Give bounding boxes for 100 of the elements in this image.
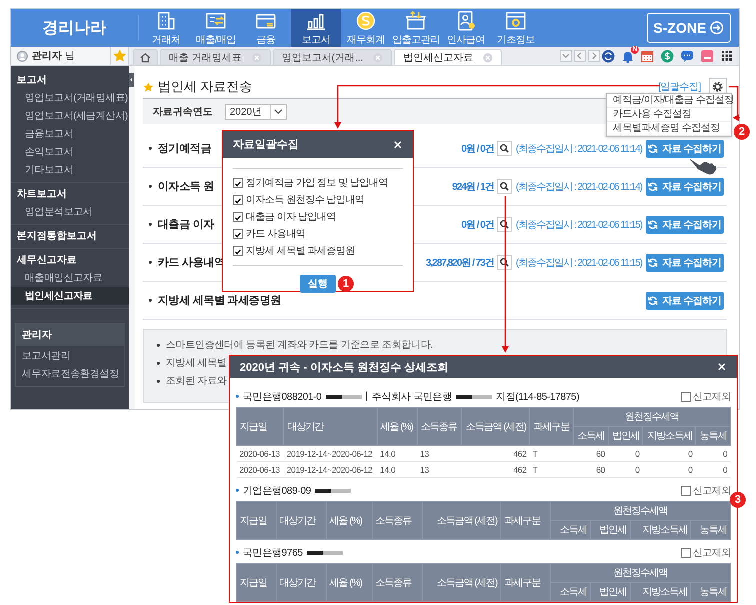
column-header: 세율 (%) [326, 564, 372, 602]
last-collected-text: (최종수집일시 : 2021-02-06 11:14) [516, 180, 642, 194]
column-header: 소득세 [550, 582, 591, 602]
coin-icon[interactable] [661, 50, 674, 62]
sidebar-section-title[interactable]: 차트보고서 [11, 183, 129, 203]
star-icon [143, 82, 154, 92]
nav-item[interactable]: 재무회계 [341, 9, 391, 47]
collect-button[interactable]: 자료 수집하기 [646, 254, 724, 272]
bullet-icon [149, 147, 152, 150]
bullet-icon [157, 344, 160, 346]
calendar-icon[interactable] [641, 50, 654, 62]
column-header: 과세구분 [530, 408, 574, 446]
szone-button[interactable]: S-ZONE [647, 13, 731, 43]
table-cell: 2020-06-13 [236, 462, 284, 478]
search-button[interactable] [497, 217, 512, 232]
search-icon [500, 258, 509, 267]
sidebar-item[interactable]: 금융보고서 [11, 125, 129, 143]
tab[interactable]: 법인세신고자료 [394, 49, 502, 65]
checkbox[interactable] [233, 246, 243, 256]
collect-button[interactable]: 자료 수집하기 [646, 216, 724, 234]
table-cell: 0 [608, 462, 643, 478]
nav-item[interactable]: 보고서 [291, 9, 341, 47]
row-title: 지방세 세목별 과세증명원 [158, 294, 282, 308]
checkbox[interactable] [681, 486, 691, 496]
star-icon[interactable] [114, 50, 126, 62]
search-icon [500, 182, 509, 191]
column-header: 소득종류 [372, 502, 422, 540]
close-icon[interactable] [393, 140, 403, 150]
sidebar-section-title[interactable]: 보고서 [11, 69, 129, 89]
sync-icon [648, 258, 658, 268]
notice-text: 조회된 자료와 [166, 375, 227, 388]
row-title: 대출금 이자 [158, 218, 214, 232]
sync-icon [648, 144, 658, 154]
run-button[interactable]: 실행 [300, 275, 336, 293]
sidebar-item[interactable]: 손익보고서 [11, 143, 129, 161]
admin-panel-title: 관리자 [16, 324, 124, 346]
collect-button[interactable]: 자료 수집하기 [646, 292, 724, 310]
bell-icon[interactable] [622, 50, 634, 62]
amount-text: 924원 / 1건 [452, 180, 494, 194]
option-label: 이자소득 원천징수 납입내역 [246, 194, 365, 207]
checkbox[interactable] [233, 212, 243, 222]
collect-button[interactable]: 자료 수집하기 [646, 140, 724, 158]
menu-item[interactable]: 세목별과세증명 수집설정 [607, 122, 731, 136]
nav-item[interactable]: 기초정보 [491, 9, 541, 47]
nav-item[interactable]: 금융 [241, 9, 291, 47]
checkbox[interactable] [233, 229, 243, 239]
menu-item[interactable]: 예적금/이자/대출금 수집설정 [607, 94, 731, 108]
checkbox-label: 신고제외 [693, 390, 731, 404]
collect-button[interactable]: 자료 수집하기 [646, 178, 724, 196]
column-header: 지방소득세 [630, 520, 691, 540]
arrow-circle-icon [710, 21, 724, 35]
sync-icon[interactable] [602, 50, 615, 62]
nav-item[interactable]: 거래처 [141, 9, 191, 47]
menu-item[interactable]: 카드사용 수집설정 [607, 108, 731, 122]
app-icon[interactable] [701, 50, 714, 62]
year-select[interactable]: 2020년 [225, 104, 287, 120]
nav-item[interactable]: 매출/매입 [191, 9, 241, 47]
sidebar-item[interactable]: 세무자료전송환경설정 [16, 364, 124, 382]
home-tab[interactable] [133, 49, 158, 65]
sidebar-item[interactable]: 영업분석보고서 [11, 203, 129, 221]
chevron-down-icon[interactable] [560, 50, 572, 62]
column-header: 농특세 [690, 582, 730, 602]
search-button[interactable] [497, 255, 512, 270]
sidebar-item[interactable]: 매출매입신고자료 [11, 269, 129, 287]
checkbox[interactable] [233, 195, 243, 205]
bullet-icon [149, 261, 152, 264]
close-icon[interactable] [717, 362, 727, 372]
sync-icon [648, 296, 658, 306]
checkbox[interactable] [681, 548, 691, 558]
chat-icon[interactable] [681, 50, 694, 62]
sidebar-item[interactable]: 기타보고서 [11, 161, 129, 179]
nav-item[interactable]: 인사급여 [441, 9, 491, 47]
sidebar-section-title[interactable]: 본지점통합보고서 [11, 225, 129, 245]
table-cell: 2020-06-13 [236, 446, 284, 462]
table-cell: T [530, 446, 574, 462]
sidebar-item[interactable]: 영업보고서(거래명세표) [11, 89, 129, 107]
chevron-left-icon[interactable] [574, 50, 586, 62]
sidebar-item[interactable]: 영업보고서(세금계산서) [11, 107, 129, 125]
collapse-handle[interactable] [129, 73, 134, 87]
checkbox[interactable] [681, 392, 691, 402]
column-header: 법인세 [590, 520, 630, 540]
popup-title: 2020년 귀속 - 이자소득 원천징수 상세조회 [240, 360, 448, 374]
sidebar-item[interactable]: 보고서관리 [16, 346, 124, 364]
tab[interactable]: 영업보고서(거래... [272, 49, 392, 65]
nav-item[interactable]: 입출고관리 [391, 9, 441, 47]
checkbox[interactable] [233, 178, 243, 188]
app-logo: 경리나라 [11, 15, 139, 41]
bulk-collect-link[interactable]: [일괄수집] [658, 80, 701, 94]
bullet-icon [149, 223, 152, 226]
search-button[interactable] [497, 141, 512, 156]
sidebar-section-title[interactable]: 세무신고자료 [11, 249, 129, 269]
amount-text: 0원 / 0건 [462, 218, 494, 232]
column-header: 지방소득세 [630, 582, 691, 602]
tab[interactable]: 매출 거래명세표 [160, 49, 271, 65]
column-header: 원천징수세액 [574, 408, 730, 426]
last-collected-text: (최종수집일시 : 2021-02-06 11:14) [516, 142, 642, 156]
search-button[interactable] [497, 179, 512, 194]
bullet-icon [157, 380, 160, 382]
sidebar-item[interactable]: 법인세신고자료 [11, 287, 129, 305]
menu-grid-icon[interactable] [721, 50, 733, 62]
